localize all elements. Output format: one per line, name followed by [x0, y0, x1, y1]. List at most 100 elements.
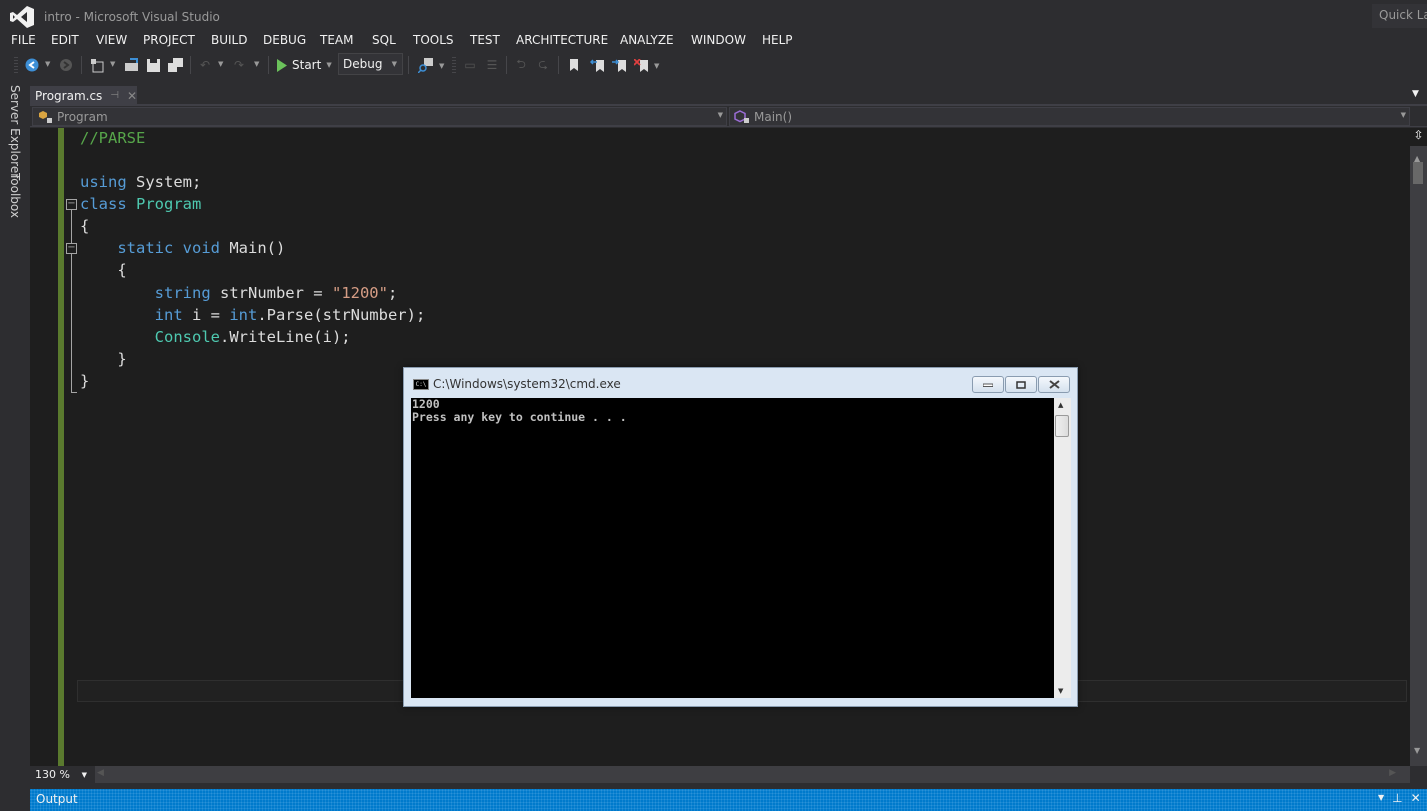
redo-dropdown-icon[interactable]: ▼: [254, 60, 259, 68]
start-label: Start: [292, 58, 322, 72]
toolbar-overflow-icon-2[interactable]: ▼: [654, 62, 659, 70]
menu-file[interactable]: FILE: [11, 33, 36, 47]
type-dropdown[interactable]: Program ▼: [32, 107, 727, 126]
code-line-10: Console.WriteLine(i);: [154, 328, 351, 346]
output-panel-header[interactable]: [30, 789, 1427, 811]
scroll-left-icon[interactable]: ◀: [97, 768, 104, 778]
code-line-9: int i = int.Parse(strNumber);: [154, 306, 426, 324]
horizontal-scrollbar[interactable]: ◀ ▶: [95, 766, 1410, 783]
code-line-1: //PARSE: [80, 129, 146, 147]
chevron-down-icon: ▼: [391, 60, 397, 68]
pin-icon[interactable]: ⊣: [110, 90, 119, 101]
menu-window[interactable]: WINDOW: [691, 33, 746, 47]
code-line-3: using System;: [80, 173, 202, 191]
panel-menu-icon[interactable]: ▼: [1378, 793, 1384, 805]
output-panel-controls: ▼ ⊥ ✕: [1378, 791, 1421, 805]
toolbar: ▼ ▼ ↶ ▼ ↷ ▼ Start ▼ ▼ ▭ ☰ ⮌ ⮎ ▼: [0, 52, 1427, 78]
code-line-6: static void Main(): [117, 239, 286, 257]
outdent-icon[interactable]: ⮎: [534, 56, 552, 74]
menu-build[interactable]: BUILD: [211, 33, 247, 47]
navigate-forward-icon[interactable]: [57, 56, 75, 74]
menu-project[interactable]: PROJECT: [143, 33, 195, 47]
vertical-scrollbar[interactable]: ▲ ▼: [1410, 128, 1427, 766]
auto-hide-pin-icon[interactable]: ⊥: [1392, 791, 1402, 805]
code-line-11: }: [117, 350, 127, 368]
console-title: C:\Windows\system32\cmd.exe: [433, 377, 621, 391]
output-panel-title: Output: [36, 792, 78, 806]
redo-icon[interactable]: ↷: [230, 56, 248, 74]
clear-bookmarks-icon[interactable]: [632, 56, 650, 74]
scroll-down-icon[interactable]: ▼: [1058, 687, 1063, 695]
close-panel-icon[interactable]: ✕: [1411, 791, 1421, 805]
menu-view[interactable]: VIEW: [96, 33, 127, 47]
close-tab-icon[interactable]: ✕: [127, 89, 137, 103]
minimize-button[interactable]: [972, 376, 1004, 393]
start-dropdown-icon[interactable]: ▼: [326, 61, 331, 69]
console-output-area[interactable]: 1200 Press any key to continue . . .: [411, 398, 1054, 698]
console-window[interactable]: C:\ C:\Windows\system32\cmd.exe 1200 Pre…: [403, 367, 1078, 707]
menu-architecture[interactable]: ARCHITECTURE: [516, 33, 608, 47]
tab-program-cs[interactable]: Program.cs ⊣ ✕: [30, 86, 137, 105]
next-bookmark-icon[interactable]: [610, 56, 628, 74]
code-line-7: {: [117, 261, 127, 279]
console-output-text: 1200 Press any key to continue . . .: [412, 397, 627, 424]
solution-configuration-select[interactable]: Debug ▼: [338, 53, 403, 75]
console-scroll-thumb[interactable]: [1055, 415, 1069, 437]
zoom-value: 130 %: [35, 768, 70, 781]
change-tracking-bar: [58, 128, 64, 766]
member-name: Main(): [754, 109, 793, 124]
code-line-12: }: [80, 372, 90, 390]
tab-overflow-icon[interactable]: ▼: [1412, 89, 1419, 99]
collapse-class-icon[interactable]: −: [66, 199, 77, 210]
undo-dropdown-icon[interactable]: ▼: [218, 60, 223, 68]
comment-out-icon[interactable]: ▭: [461, 56, 479, 74]
menu-bar: FILE EDIT VIEW PROJECT BUILD DEBUG TEAM …: [0, 32, 1427, 50]
toolbox-tab[interactable]: Toolbox: [8, 173, 22, 218]
scroll-up-icon[interactable]: ▲: [1058, 401, 1063, 409]
bookmark-icon[interactable]: [565, 56, 583, 74]
uncomment-icon[interactable]: ☰: [483, 56, 501, 74]
open-file-icon[interactable]: [122, 56, 140, 74]
menu-help[interactable]: HELP: [762, 33, 793, 47]
window-title: intro - Microsoft Visual Studio: [44, 10, 220, 24]
server-explorer-tab[interactable]: Server Explorer: [8, 85, 22, 178]
back-dropdown-icon[interactable]: ▼: [45, 60, 50, 68]
split-window-icon[interactable]: ⇳: [1410, 128, 1427, 146]
undo-icon[interactable]: ↶: [196, 56, 214, 74]
new-dropdown-icon[interactable]: ▼: [110, 60, 115, 68]
menu-team[interactable]: TEAM: [320, 33, 353, 47]
quick-launch-input[interactable]: Quick Launch: [1372, 4, 1427, 28]
scroll-down-icon[interactable]: ▼: [1414, 746, 1420, 755]
menu-test[interactable]: TEST: [470, 33, 500, 47]
toolbar-grip[interactable]: [14, 57, 18, 74]
close-button[interactable]: [1038, 376, 1070, 393]
play-icon: [277, 58, 287, 72]
menu-tools[interactable]: TOOLS: [413, 33, 454, 47]
editor-margin: [30, 128, 58, 766]
chevron-down-icon: ▼: [1400, 111, 1406, 119]
save-all-icon[interactable]: [166, 56, 184, 74]
save-icon[interactable]: [144, 56, 162, 74]
zoom-level-select[interactable]: 130 % ▼: [32, 767, 90, 783]
menu-edit[interactable]: EDIT: [51, 33, 79, 47]
menu-analyze[interactable]: ANALYZE: [620, 33, 674, 47]
vertical-scroll-thumb[interactable]: [1413, 162, 1423, 184]
menu-debug[interactable]: DEBUG: [263, 33, 306, 47]
visual-studio-logo-icon: [10, 6, 34, 28]
maximize-button[interactable]: [1005, 376, 1037, 393]
previous-bookmark-icon[interactable]: [588, 56, 606, 74]
indent-icon[interactable]: ⮌: [512, 56, 530, 74]
navigate-back-icon[interactable]: [23, 56, 41, 74]
start-debugging-button[interactable]: Start ▼: [276, 56, 332, 74]
new-project-icon[interactable]: [88, 56, 106, 74]
scroll-right-icon[interactable]: ▶: [1389, 768, 1396, 778]
member-dropdown[interactable]: Main() ▼: [729, 107, 1410, 126]
type-name: Program: [57, 109, 108, 124]
class-icon: [39, 110, 52, 123]
menu-sql[interactable]: SQL: [372, 33, 396, 47]
console-scrollbar[interactable]: ▲ ▼: [1054, 398, 1071, 698]
chevron-down-icon: ▼: [717, 111, 723, 119]
toolbar-overflow-icon[interactable]: ▼: [439, 62, 444, 70]
collapse-method-icon[interactable]: −: [66, 243, 77, 254]
find-in-files-icon[interactable]: [416, 56, 434, 74]
